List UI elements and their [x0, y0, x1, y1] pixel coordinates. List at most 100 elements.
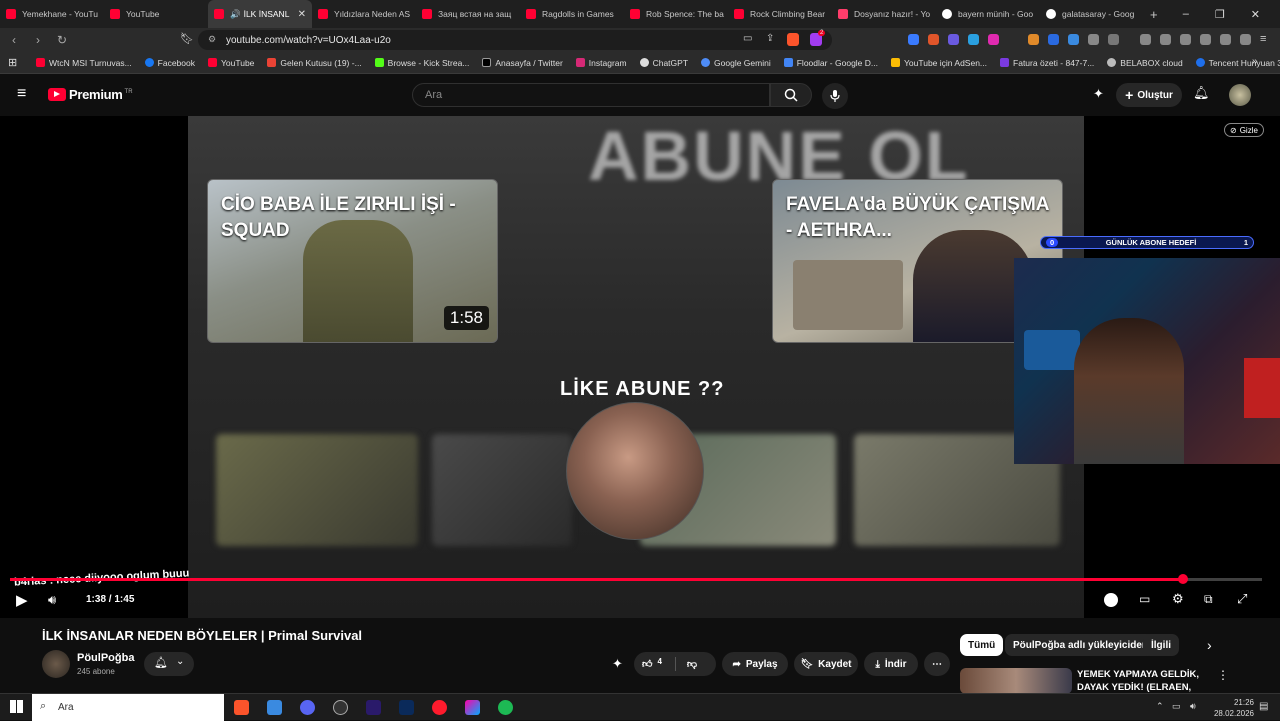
subscription-bell-button[interactable]: 🔔︎ ⌄	[144, 652, 194, 676]
extension-icon[interactable]	[908, 34, 919, 45]
bookmark-item[interactable]: Facebook	[144, 58, 195, 68]
browser-tab[interactable]: YouTube	[104, 0, 208, 28]
network-tool-icon[interactable]	[267, 700, 282, 715]
account-avatar[interactable]	[1229, 84, 1251, 106]
more-vert-icon[interactable]: ⋮	[1217, 668, 1229, 682]
volume-icon[interactable]: 🔊︎	[1190, 701, 1196, 712]
more-bookmarks-icon[interactable]: »	[1252, 56, 1258, 67]
browser-tab[interactable]: Yıldızlara Neden AS	[312, 0, 416, 28]
bookmark-item[interactable]: Gelen Kutusu (19) -...	[267, 58, 362, 68]
vpn-icon[interactable]	[1240, 34, 1251, 45]
browser-tab[interactable]: Rock Climbing Bear	[728, 0, 832, 28]
settings-gear-icon[interactable]: ⚙	[1172, 591, 1184, 607]
voice-search-button[interactable]	[822, 83, 848, 109]
network-icon[interactable]: ▭	[1172, 701, 1181, 712]
obs-icon[interactable]	[333, 700, 348, 715]
extension-icon[interactable]	[928, 34, 939, 45]
save-button[interactable]: 🔖︎ Kaydet	[794, 652, 858, 676]
progress-bar[interactable]	[10, 574, 1262, 584]
browser-tab[interactable]: Ragdolls in Games	[520, 0, 624, 28]
end-screen-video-card[interactable]: CİO BABA İLE ZIRHLI İŞİ - SQUAD 1:58	[207, 179, 498, 343]
extension-icon[interactable]	[1048, 34, 1059, 45]
browser-tab[interactable]: Rob Spence: The ba	[624, 0, 728, 28]
extensions-puzzle-icon[interactable]	[1088, 34, 1099, 45]
play-icon[interactable]: ▶	[16, 591, 28, 609]
recommended-thumbnail[interactable]	[960, 668, 1072, 694]
new-tab-button[interactable]: +	[1144, 0, 1168, 28]
opera-icon[interactable]	[432, 700, 447, 715]
browser-tab[interactable]: Yemekhane - YouTu	[0, 0, 104, 28]
chevron-right-icon[interactable]: ›	[1207, 637, 1212, 653]
cast-icon[interactable]: ▭	[743, 33, 752, 44]
hamburger-menu-icon[interactable]: ≡	[17, 85, 26, 103]
channel-subscribe-circle[interactable]	[566, 402, 704, 540]
photoshop-icon[interactable]	[399, 700, 414, 715]
bookmark-item[interactable]: Google Gemini	[701, 58, 771, 68]
media-icon[interactable]	[1160, 34, 1171, 45]
extension-icon[interactable]	[1028, 34, 1039, 45]
bookmark-item[interactable]: ChatGPT	[639, 58, 688, 68]
bookmark-item[interactable]: Floodlar - Google D...	[783, 58, 878, 68]
apps-grid-icon[interactable]: ⊞	[8, 56, 17, 69]
windows-start-icon[interactable]	[10, 700, 23, 713]
extension-icon[interactable]	[988, 34, 999, 45]
youtube-logo[interactable]: Premium TR	[48, 87, 133, 102]
premiere-pro-icon[interactable]	[366, 700, 381, 715]
gallery-icon[interactable]	[465, 700, 480, 715]
create-button[interactable]: + Oluştur	[1116, 83, 1182, 107]
sidebar-icon[interactable]	[1180, 34, 1191, 45]
menu-icon[interactable]: ≡	[1260, 33, 1266, 45]
bookmark-item[interactable]: Browse - Kick Strea...	[374, 58, 469, 68]
brave-browser-icon[interactable]	[234, 700, 249, 715]
wallet-icon[interactable]	[1200, 34, 1211, 45]
maximize-button[interactable]: ❐	[1215, 8, 1225, 21]
autoplay-toggle[interactable]	[1104, 593, 1118, 607]
subtitles-icon[interactable]: ▭	[1139, 592, 1150, 606]
close-tab-icon[interactable]: ✕	[298, 9, 306, 20]
hide-overlay-button[interactable]: ⊘ Gizle	[1224, 123, 1264, 137]
taskbar-search[interactable]: ⌕ Ara	[32, 694, 224, 721]
back-icon[interactable]: ‹	[4, 33, 24, 47]
ask-ai-icon[interactable]: ✦	[612, 656, 623, 672]
reload-icon[interactable]: ↻	[52, 33, 72, 47]
browser-tab[interactable]: bayern münih - Goo	[936, 0, 1040, 28]
channel-avatar[interactable]	[42, 650, 70, 678]
site-info-icon[interactable]: ⚙	[208, 34, 216, 45]
extension-icon[interactable]	[1068, 34, 1079, 45]
download-button[interactable]: ⤓ İndir	[864, 652, 918, 676]
fullscreen-icon[interactable]: ⤢	[1237, 591, 1247, 607]
chip-related[interactable]: İlgili	[1143, 634, 1179, 656]
notification-center-icon[interactable]: ▤	[1259, 701, 1268, 712]
chip-from-uploader[interactable]: PöulPoğba adlı yükleyiciden	[1005, 634, 1157, 656]
discord-icon[interactable]	[300, 700, 315, 715]
bookmark-item[interactable]: YouTube	[208, 58, 254, 68]
browser-tab[interactable]: galatasaray - Goog	[1040, 0, 1144, 28]
miniplayer-icon[interactable]: ⧉	[1204, 592, 1213, 607]
browser-tab-active[interactable]: 🔊 İLK İNSANL ✕	[208, 0, 312, 28]
bookmark-item[interactable]: WtcN MSI Turnuvas...	[36, 58, 132, 68]
volume-icon[interactable]: 🔊︎	[48, 592, 56, 608]
bookmark-item[interactable]: BELABOX cloud	[1107, 58, 1183, 68]
channel-name[interactable]: PöulPoğba	[77, 652, 134, 664]
forward-icon[interactable]: ›	[28, 33, 48, 47]
like-icon[interactable]: 👍︎	[642, 658, 652, 670]
more-actions-button[interactable]: ⋯	[924, 652, 950, 676]
bookmark-item[interactable]: Tencent Hunyuan 3D	[1195, 58, 1280, 68]
taskbar-clock[interactable]: 21:26 28.02.2026	[1214, 697, 1254, 719]
progress-scrubber[interactable]	[1178, 574, 1189, 584]
bookmark-icon[interactable]: 🔖︎	[180, 32, 194, 45]
tab-search-icon[interactable]	[1108, 34, 1119, 45]
tray-chevron-up-icon[interactable]: ⌃	[1156, 701, 1164, 712]
brave-shields-icon[interactable]	[787, 33, 799, 46]
dislike-icon[interactable]: 👎︎	[687, 658, 697, 670]
search-button[interactable]	[770, 83, 812, 107]
extension-icon[interactable]	[968, 34, 979, 45]
leo-ai-icon[interactable]	[1220, 34, 1231, 45]
bookmark-item[interactable]: Instagram	[575, 58, 627, 68]
download-icon[interactable]	[1140, 34, 1151, 45]
extension-icon[interactable]	[948, 34, 959, 45]
bookmark-item[interactable]: Anasayfa / Twitter	[482, 58, 563, 68]
chip-all[interactable]: Tümü	[960, 634, 1004, 656]
share-icon[interactable]: ⇪	[766, 33, 774, 44]
video-player[interactable]: ABUNE OL CİO BABA İLE ZIRHLI İŞİ - SQUAD…	[0, 116, 1280, 618]
